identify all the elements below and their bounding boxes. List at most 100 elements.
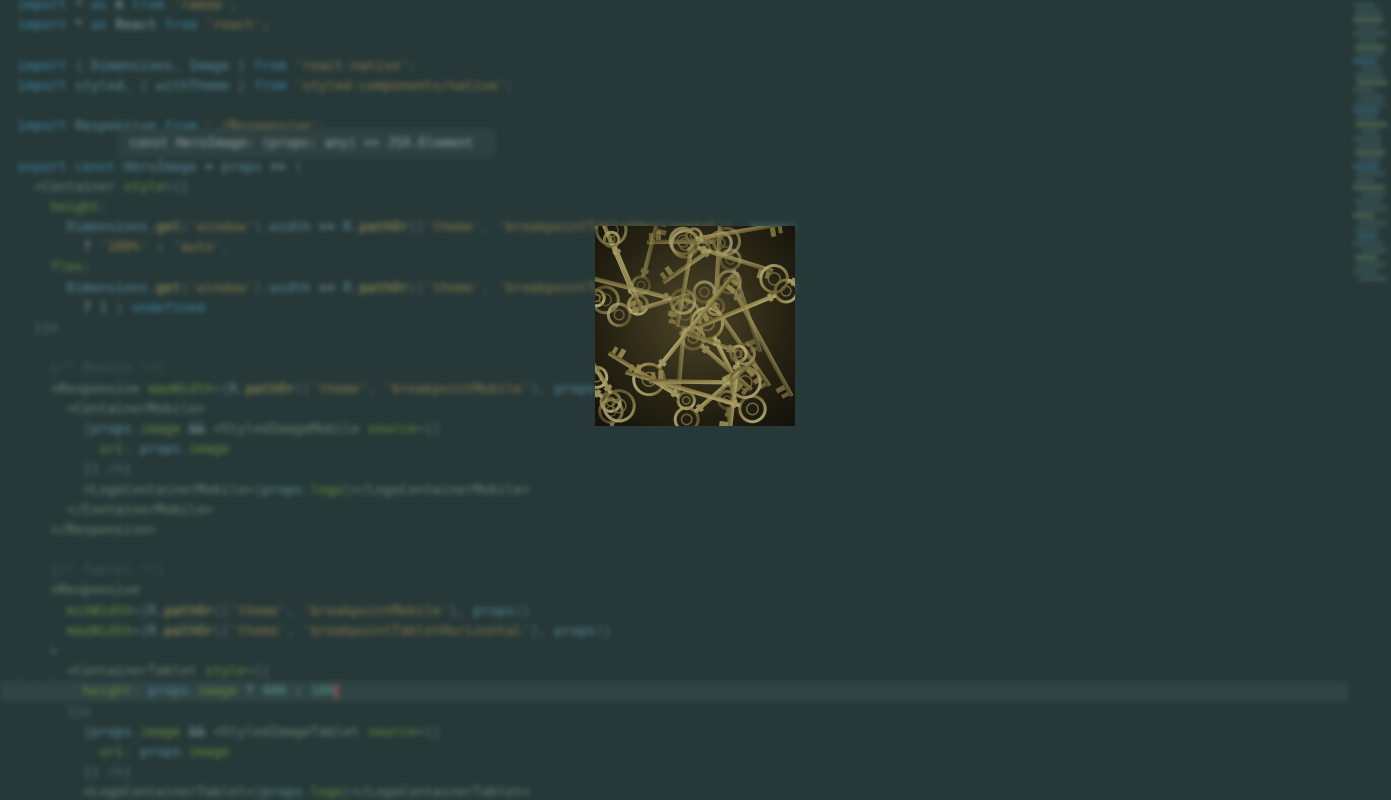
- code-token: R: [148, 622, 157, 639]
- keys-photo-thumbnail[interactable]: [595, 226, 795, 426]
- code-token: 'breakpointMobile': [302, 602, 449, 619]
- code-token: 100: [310, 683, 336, 700]
- minimap-line: [1361, 67, 1381, 70]
- code-token: export: [18, 158, 67, 175]
- code-token: withTheme: [156, 77, 230, 94]
- code-line[interactable]: maxWidth={R.pathOr(['theme', 'breakpoint…: [18, 621, 1348, 641]
- minimap[interactable]: [1351, 0, 1391, 290]
- code-line[interactable]: export const HeroImage = props => (: [18, 157, 1348, 177]
- code-line[interactable]: height: props.image ? 400 : 100: [0, 681, 1348, 702]
- code-token: pathOr: [359, 279, 409, 296]
- code-token: ?: [18, 299, 100, 316]
- code-token: ([: [213, 602, 230, 619]
- code-line[interactable]: [18, 35, 1348, 55]
- code-token: {: [83, 723, 92, 740]
- code-token: :: [286, 683, 311, 700]
- code-token: get: [156, 279, 181, 296]
- code-line[interactable]: uri: props.image: [18, 439, 1348, 459]
- code-line[interactable]: }} />}: [18, 459, 1348, 479]
- code-token: source: [367, 723, 417, 740]
- code-line[interactable]: import styled, { withTheme } from 'style…: [18, 76, 1348, 96]
- minimap-line: [1353, 137, 1381, 140]
- code-line[interactable]: >: [18, 641, 1348, 661]
- code-token: React: [107, 17, 165, 34]
- code-token: <LogoContainerTablet>: [83, 784, 254, 800]
- code-token: {/* Mobile */}: [50, 360, 165, 377]
- code-line[interactable]: <Responsive: [18, 580, 1348, 600]
- code-token: .: [302, 481, 311, 498]
- code-line[interactable]: }}>: [18, 702, 1348, 722]
- code-line[interactable]: <ContainerTablet style={{: [18, 661, 1348, 681]
- code-line[interactable]: {/* Tablet */}: [18, 560, 1348, 580]
- code-token: :: [131, 683, 149, 700]
- code-token: 'theme': [229, 622, 287, 639]
- minimap-line: [1355, 11, 1381, 14]
- minimap-line: [1355, 102, 1385, 105]
- minimap-line: [1353, 242, 1383, 245]
- code-token: image: [139, 420, 181, 437]
- code-token: import: [18, 57, 67, 74]
- minimap-line: [1353, 60, 1377, 63]
- code-token: }: [229, 77, 254, 94]
- code-line[interactable]: </ContainerMobile>: [18, 500, 1348, 520]
- code-token: 'ramda': [172, 0, 230, 13]
- code-line[interactable]: uri: props.image: [18, 742, 1348, 762]
- code-token: =: [196, 158, 222, 175]
- code-line[interactable]: {props.image && <StyledImageTablet sourc…: [18, 722, 1348, 742]
- code-token: }} />}: [83, 461, 132, 478]
- minimap-line: [1355, 200, 1381, 203]
- code-line[interactable]: </Responsive>: [18, 520, 1348, 540]
- code-token: :: [148, 239, 173, 256]
- code-token: {: [253, 784, 262, 800]
- code-token: ={{: [416, 723, 441, 740]
- code-line[interactable]: [18, 540, 1348, 560]
- code-token: pathOr: [245, 380, 295, 397]
- code-line[interactable]: minWidth={R.pathOr(['theme', 'breakpoint…: [18, 601, 1348, 621]
- code-token: ,: [286, 602, 303, 619]
- code-line[interactable]: [18, 96, 1348, 116]
- code-token: .: [148, 219, 157, 236]
- code-token: &&: [180, 420, 214, 437]
- minimap-line: [1359, 39, 1377, 42]
- code-token: from: [131, 0, 165, 13]
- code-line[interactable]: <Container style={{: [18, 177, 1348, 197]
- code-line[interactable]: }} />}: [18, 762, 1348, 782]
- code-token: ={: [131, 602, 149, 619]
- code-token: uri: [99, 743, 124, 760]
- code-token: <StyledImageTablet: [213, 723, 360, 740]
- code-line[interactable]: <LogoContainerTablet>{props.logo}</LogoC…: [18, 782, 1348, 800]
- code-token: pathOr: [164, 602, 214, 619]
- code-token: </ContainerMobile>: [66, 501, 214, 518]
- code-token: {/* Tablet */}: [50, 562, 165, 579]
- code-line[interactable]: height:: [18, 197, 1348, 217]
- code-token: }}>: [66, 703, 92, 720]
- code-token: ?: [237, 683, 262, 700]
- code-line[interactable]: import * as R from 'ramda';: [18, 0, 1348, 15]
- code-token: image: [188, 743, 230, 760]
- code-line[interactable]: import { Dimensions, Image } from 'react…: [18, 56, 1348, 76]
- code-token: >: [50, 643, 59, 659]
- code-line[interactable]: import * as React from 'react';: [18, 15, 1348, 35]
- code-token: styled: [74, 77, 124, 94]
- minimap-line: [1353, 165, 1379, 168]
- code-token: minWidth: [66, 602, 132, 619]
- code-token: style: [123, 178, 165, 195]
- code-token: 'theme': [310, 380, 368, 397]
- code-token: .: [148, 279, 157, 296]
- text-caret: [336, 683, 339, 699]
- code-line[interactable]: <LogoContainerMobile>{props.logo}</LogoC…: [18, 480, 1348, 500]
- code-token: ={{: [245, 663, 270, 680]
- code-token: ([: [213, 622, 230, 639]
- code-token: 'theme': [229, 602, 287, 619]
- minimap-line: [1353, 32, 1387, 35]
- code-token: props: [139, 743, 181, 760]
- code-token: <StyledImageMobile: [213, 420, 360, 437]
